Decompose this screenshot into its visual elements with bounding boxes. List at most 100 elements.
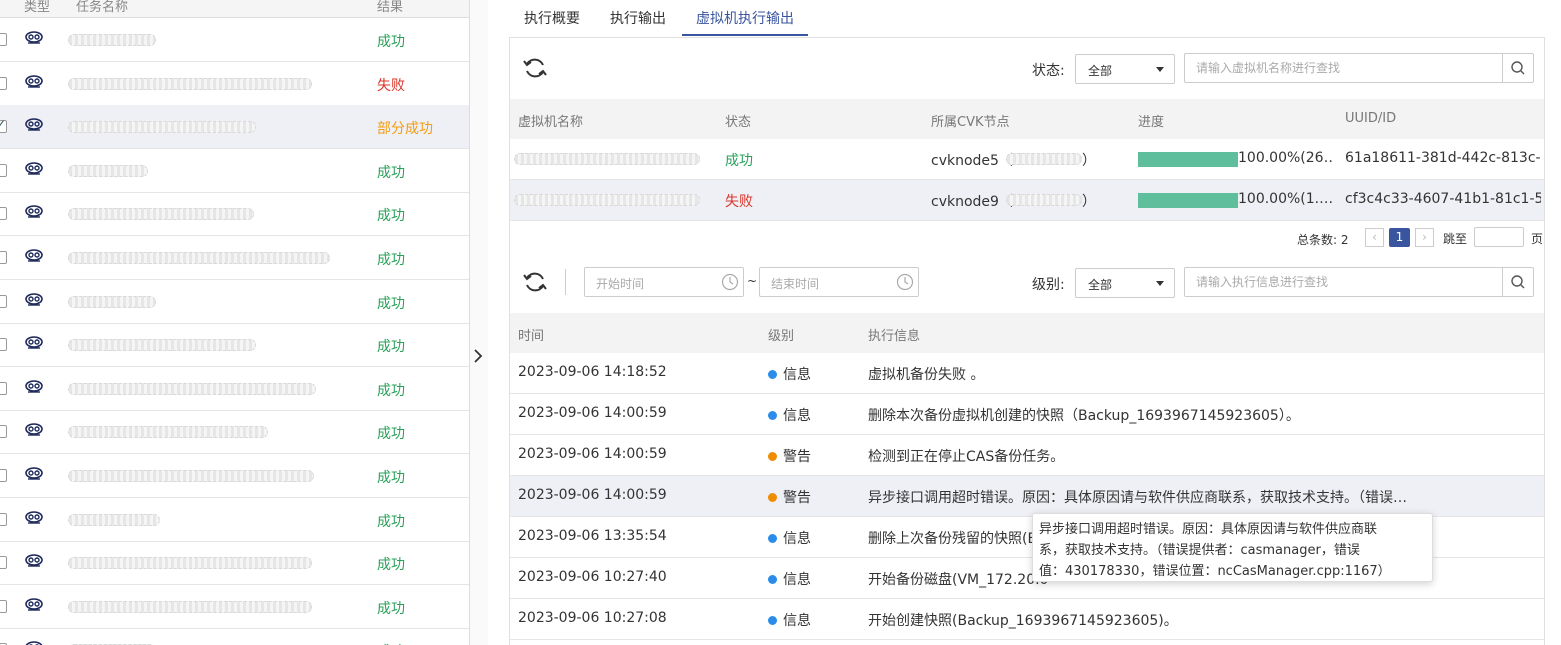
vm-cvk-node: cvknode9（ <box>931 194 1013 210</box>
log-time: 2023-09-06 14:00:59 <box>518 487 667 503</box>
log-row[interactable]: 2023-09-06 10:27:08 信息 开始创建快照(Backup_16939… <box>510 599 1544 640</box>
col-type-header: 类型 <box>24 0 51 15</box>
log-search-input[interactable] <box>1185 268 1503 296</box>
prev-page-button[interactable]: ‹ <box>1365 228 1384 247</box>
level-filter-select[interactable]: 全部 <box>1075 268 1175 298</box>
backup-task-icon <box>24 117 44 133</box>
tab-output[interactable]: 执行输出 <box>596 8 680 36</box>
log-row[interactable]: 2023-09-06 14:18:52 信息 虚拟机备份失败 。 <box>510 353 1544 394</box>
backup-task-icon <box>24 292 44 308</box>
col-vm-name: 虚拟机名称 <box>518 115 584 130</box>
tab-summary[interactable]: 执行概要 <box>510 8 594 36</box>
log-level-text: 信息 <box>783 531 811 547</box>
task-row[interactable]: 成功 <box>0 280 469 324</box>
task-result: 成功 <box>377 34 405 50</box>
redacted-cvk-ip <box>1006 194 1082 206</box>
clock-icon <box>896 273 914 291</box>
redacted-task-name <box>68 121 256 134</box>
progress-bar <box>1138 193 1238 208</box>
status-filter-select[interactable]: 全部 <box>1075 54 1175 84</box>
task-row[interactable]: 成功 <box>0 236 469 280</box>
row-checkbox[interactable] <box>0 599 7 613</box>
app-root: 类型 任务名称 结果 成功失败部分成功成功成功成功成功成功成功成功成功成功成功成… <box>0 0 1561 645</box>
redacted-task-name <box>68 77 312 90</box>
row-checkbox[interactable] <box>0 425 7 439</box>
task-row[interactable]: 失败 <box>0 62 469 106</box>
backup-task-icon <box>24 422 44 438</box>
backup-task-icon <box>24 248 44 264</box>
log-row[interactable]: 2023-09-06 14:00:59 信息 删除本次备份虚拟机创建的快照（Back… <box>510 394 1544 435</box>
task-result: 成功 <box>377 557 405 574</box>
task-row[interactable]: 成功 <box>0 410 469 455</box>
end-time-input[interactable]: 结束时间 <box>759 267 919 297</box>
backup-task-icon <box>24 204 44 220</box>
task-row[interactable]: 成功 <box>0 498 469 542</box>
task-row[interactable]: 成功 <box>0 18 469 62</box>
log-row[interactable]: 2023-09-06 14:00:59 警告 异步接口调用超时错误。原因：具体原因请… <box>510 476 1544 517</box>
row-checkbox[interactable] <box>0 251 7 264</box>
redacted-vm-name <box>514 153 700 165</box>
row-checkbox[interactable] <box>0 512 7 526</box>
log-time: 2023-09-06 14:00:59 <box>518 405 667 421</box>
log-level: 信息 <box>768 405 811 425</box>
log-message: 开始创建快照(Backup_1693967145923605)。 <box>868 613 1178 629</box>
redacted-task-name <box>68 339 256 352</box>
task-row[interactable]: 成功 <box>0 585 469 629</box>
redacted-task-name <box>68 382 316 395</box>
task-row[interactable]: 成功 <box>0 454 469 498</box>
panel-splitter[interactable] <box>470 0 488 645</box>
tab-vm-output[interactable]: 虚拟机执行输出 <box>682 8 808 36</box>
row-checkbox[interactable] <box>0 117 7 134</box>
page-number[interactable]: 1 <box>1389 228 1410 247</box>
vm-search-input[interactable] <box>1185 54 1503 82</box>
start-time-input[interactable]: 开始时间 <box>584 267 744 297</box>
task-list-header: 类型 任务名称 结果 <box>0 0 469 18</box>
task-row[interactable]: 部分成功 <box>0 105 469 150</box>
log-level: 信息 <box>768 610 811 630</box>
tooltip-line: 异步接口调用超时错误。原因：具体原因请与软件供应商联 <box>1039 522 1378 537</box>
row-checkbox[interactable] <box>0 469 7 482</box>
row-checkbox[interactable] <box>0 163 7 177</box>
row-checkbox[interactable] <box>0 33 7 46</box>
date-range-separator: ~ <box>747 274 758 288</box>
backup-task-icon <box>24 74 44 90</box>
task-row[interactable]: 成功 <box>0 323 469 368</box>
row-checkbox[interactable] <box>0 338 7 352</box>
row-checkbox[interactable] <box>0 76 7 90</box>
refresh-icon[interactable] <box>522 55 548 81</box>
redacted-task-name <box>68 252 330 264</box>
row-checkbox[interactable] <box>0 381 7 395</box>
task-result: 成功 <box>377 513 405 530</box>
task-row[interactable]: 成功 <box>0 541 469 586</box>
task-list-panel: 类型 任务名称 结果 成功失败部分成功成功成功成功成功成功成功成功成功成功成功成… <box>0 0 470 645</box>
row-checkbox[interactable] <box>0 556 7 570</box>
row-checkbox[interactable] <box>0 207 7 221</box>
task-row[interactable]: 成功 <box>0 367 469 411</box>
redacted-task-name <box>68 470 314 482</box>
log-time: 2023-09-06 14:18:52 <box>518 364 667 380</box>
vm-row[interactable]: 成功 cvknode5（ ） 100.00%(26… 61a18611-381d-442… <box>510 139 1544 180</box>
log-level-text: 信息 <box>783 408 811 424</box>
jump-page-input[interactable] <box>1474 227 1524 247</box>
next-page-button[interactable]: › <box>1415 228 1434 247</box>
search-icon[interactable] <box>1502 268 1533 296</box>
task-row[interactable]: 成功 <box>0 149 469 193</box>
task-result: 失败 <box>377 77 405 94</box>
tooltip-line: 值：430178330，错误位置：ncCasManager.cpp:1167） <box>1039 564 1391 579</box>
log-level: 警告 <box>768 446 811 466</box>
log-level: 警告 <box>768 487 811 507</box>
backup-task-icon <box>24 466 44 482</box>
row-checkbox[interactable] <box>0 294 7 308</box>
log-time: 2023-09-06 10:27:08 <box>518 610 667 626</box>
log-row[interactable]: 2023-09-06 14:00:59 警告 检测到正在停止CAS备份任务。 <box>510 435 1544 476</box>
chevron-right-icon[interactable] <box>473 348 483 367</box>
task-row[interactable]: 成功 <box>0 192 469 237</box>
task-result: 成功 <box>377 641 405 645</box>
backup-task-icon <box>24 640 44 645</box>
log-refresh-icon[interactable] <box>522 269 548 295</box>
level-dot-icon <box>768 452 777 461</box>
vm-row[interactable]: 失败 cvknode9（ ） 100.00%(1.… cf3c4c33-4607-41b… <box>510 180 1544 221</box>
search-icon[interactable] <box>1502 54 1533 82</box>
task-row[interactable]: 成功 <box>0 628 469 645</box>
level-dot-icon <box>768 493 777 502</box>
